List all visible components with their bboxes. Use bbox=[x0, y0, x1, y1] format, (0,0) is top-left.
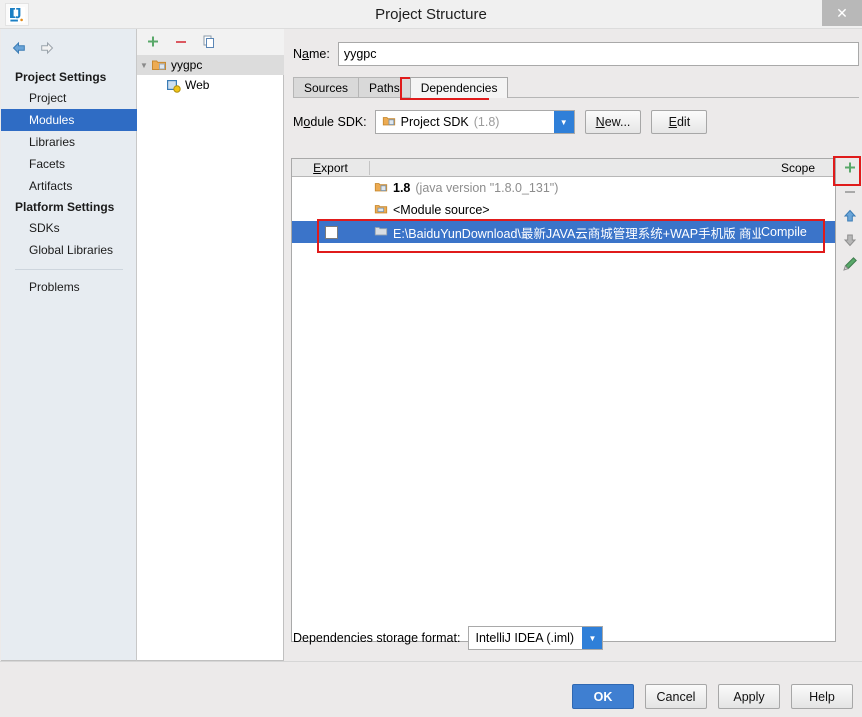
settings-sidebar: Project Settings Project Modules Librari… bbox=[1, 29, 137, 661]
module-tree-rows: ▼ yygpc Web bbox=[137, 55, 284, 95]
tree-node-yygpc[interactable]: ▼ yygpc bbox=[137, 55, 284, 75]
dependency-name: <Module source> bbox=[393, 203, 490, 217]
sidebar-item-global-libraries[interactable]: Global Libraries bbox=[1, 239, 137, 261]
sdk-folder-icon bbox=[382, 114, 396, 131]
module-name-input[interactable] bbox=[337, 42, 859, 66]
module-sdk-combobox[interactable]: Project SDK (1.8) ▼ bbox=[374, 110, 575, 134]
back-arrow-icon[interactable] bbox=[11, 40, 27, 56]
dependency-name-cell: <Module source> bbox=[370, 202, 761, 219]
sidebar-item-project[interactable]: Project bbox=[1, 87, 137, 109]
storage-format-label: Dependencies storage format: bbox=[293, 631, 461, 645]
project-structure-dialog: Project Structure ✕ Project Settings Pro… bbox=[0, 0, 862, 717]
sidebar-group-platform-settings: Platform Settings bbox=[15, 200, 115, 214]
sidebar-item-problems[interactable]: Problems bbox=[1, 276, 137, 298]
column-header-export[interactable]: Export bbox=[292, 160, 370, 175]
module-source-icon bbox=[374, 202, 388, 219]
dependencies-toolbar bbox=[840, 158, 860, 334]
sidebar-item-modules[interactable]: Modules bbox=[1, 109, 137, 131]
new-sdk-button[interactable]: New... bbox=[584, 110, 642, 134]
module-tabs: Sources Paths Dependencies bbox=[293, 76, 509, 98]
ok-button[interactable]: OK bbox=[572, 684, 634, 709]
chevron-down-icon[interactable]: ▼ bbox=[553, 111, 574, 133]
dialog-button-bar: OK Cancel Apply Help bbox=[0, 661, 862, 717]
module-folder-icon bbox=[151, 57, 167, 73]
close-icon[interactable]: ✕ bbox=[822, 0, 862, 26]
tabs-underline bbox=[293, 97, 859, 98]
dependency-detail: (java version "1.8.0_131") bbox=[415, 181, 559, 195]
move-up-icon[interactable] bbox=[842, 208, 858, 224]
window-title: Project Structure bbox=[375, 6, 487, 23]
module-tree-toolbar bbox=[137, 29, 284, 55]
apply-button[interactable]: Apply bbox=[718, 684, 780, 709]
module-sdk-label: Module SDK: bbox=[293, 115, 367, 129]
add-module-icon[interactable] bbox=[145, 34, 161, 50]
chevron-down-icon[interactable]: ▼ bbox=[582, 627, 603, 649]
module-editor-panel: Name: Sources Paths Dependencies Module … bbox=[285, 29, 862, 661]
title-bar: Project Structure ✕ bbox=[0, 0, 862, 29]
module-sdk-row: Module SDK: Project SDK (1.8) ▼ New... E… bbox=[293, 109, 708, 135]
forward-arrow-icon[interactable] bbox=[39, 40, 55, 56]
storage-format-combobox[interactable]: IntelliJ IDEA (.iml) ▼ bbox=[468, 626, 604, 650]
move-down-icon[interactable] bbox=[842, 232, 858, 248]
dependency-name-cell: E:\BaiduYunDownload\最新JAVA云商城管理系统+WAP手机版… bbox=[370, 223, 761, 242]
library-folder-icon bbox=[374, 224, 388, 241]
sidebar-nav-arrows bbox=[11, 37, 71, 59]
dependency-name: E:\BaiduYunDownload\最新JAVA云商城管理系统+WAP手机版… bbox=[393, 226, 761, 241]
storage-format-value: IntelliJ IDEA (.iml) bbox=[475, 631, 575, 645]
remove-dependency-icon[interactable] bbox=[842, 184, 858, 200]
jdk-icon bbox=[374, 180, 388, 197]
module-sdk-version: (1.8) bbox=[473, 115, 500, 129]
column-header-scope[interactable]: Scope bbox=[761, 161, 835, 175]
export-checkbox[interactable] bbox=[324, 225, 338, 239]
edit-dependency-icon[interactable] bbox=[842, 256, 858, 272]
copy-module-icon[interactable] bbox=[201, 34, 217, 50]
export-cell bbox=[292, 225, 370, 239]
sidebar-list: Project Settings Project Modules Librari… bbox=[1, 67, 137, 298]
chevron-down-icon[interactable]: ▼ bbox=[137, 61, 151, 70]
module-sdk-value: Project SDK bbox=[400, 115, 469, 129]
scope-cell[interactable]: Compile bbox=[761, 225, 835, 239]
tree-node-web[interactable]: Web bbox=[137, 75, 284, 95]
sidebar-item-libraries[interactable]: Libraries bbox=[1, 131, 137, 153]
module-name-label: Name: bbox=[293, 47, 330, 61]
tab-dependencies[interactable]: Dependencies bbox=[409, 77, 509, 98]
dependency-name: 1.8 bbox=[393, 181, 411, 195]
tree-node-label: yygpc bbox=[171, 58, 203, 72]
table-row[interactable]: <Module source> bbox=[292, 199, 835, 221]
sidebar-divider bbox=[15, 269, 123, 270]
table-row[interactable]: E:\BaiduYunDownload\最新JAVA云商城管理系统+WAP手机版… bbox=[292, 221, 835, 243]
storage-format-row: Dependencies storage format: IntelliJ ID… bbox=[293, 625, 604, 651]
tree-node-label: Web bbox=[185, 78, 210, 92]
dependencies-table: Export Scope 1.8 (java version "1.8.0_13… bbox=[291, 158, 836, 642]
remove-module-icon[interactable] bbox=[173, 34, 189, 50]
web-facet-icon bbox=[165, 77, 181, 93]
sidebar-item-sdks[interactable]: SDKs bbox=[1, 217, 137, 239]
tab-paths[interactable]: Paths bbox=[358, 77, 411, 98]
table-row[interactable]: 1.8 (java version "1.8.0_131") bbox=[292, 177, 835, 199]
add-dependency-icon[interactable] bbox=[842, 160, 858, 176]
module-name-row: Name: bbox=[293, 41, 859, 67]
module-tree-panel: ▼ yygpc Web bbox=[137, 29, 284, 661]
edit-sdk-button[interactable]: Edit bbox=[651, 110, 708, 134]
sidebar-group-project-settings: Project Settings bbox=[15, 70, 107, 84]
tab-sources[interactable]: Sources bbox=[293, 77, 360, 98]
sidebar-item-artifacts[interactable]: Artifacts bbox=[1, 175, 137, 197]
sidebar-item-facets[interactable]: Facets bbox=[1, 153, 137, 175]
dependency-name-cell: 1.8 (java version "1.8.0_131") bbox=[370, 180, 761, 197]
dependencies-table-header: Export Scope bbox=[292, 159, 835, 177]
help-button[interactable]: Help bbox=[791, 684, 853, 709]
cancel-button[interactable]: Cancel bbox=[645, 684, 707, 709]
